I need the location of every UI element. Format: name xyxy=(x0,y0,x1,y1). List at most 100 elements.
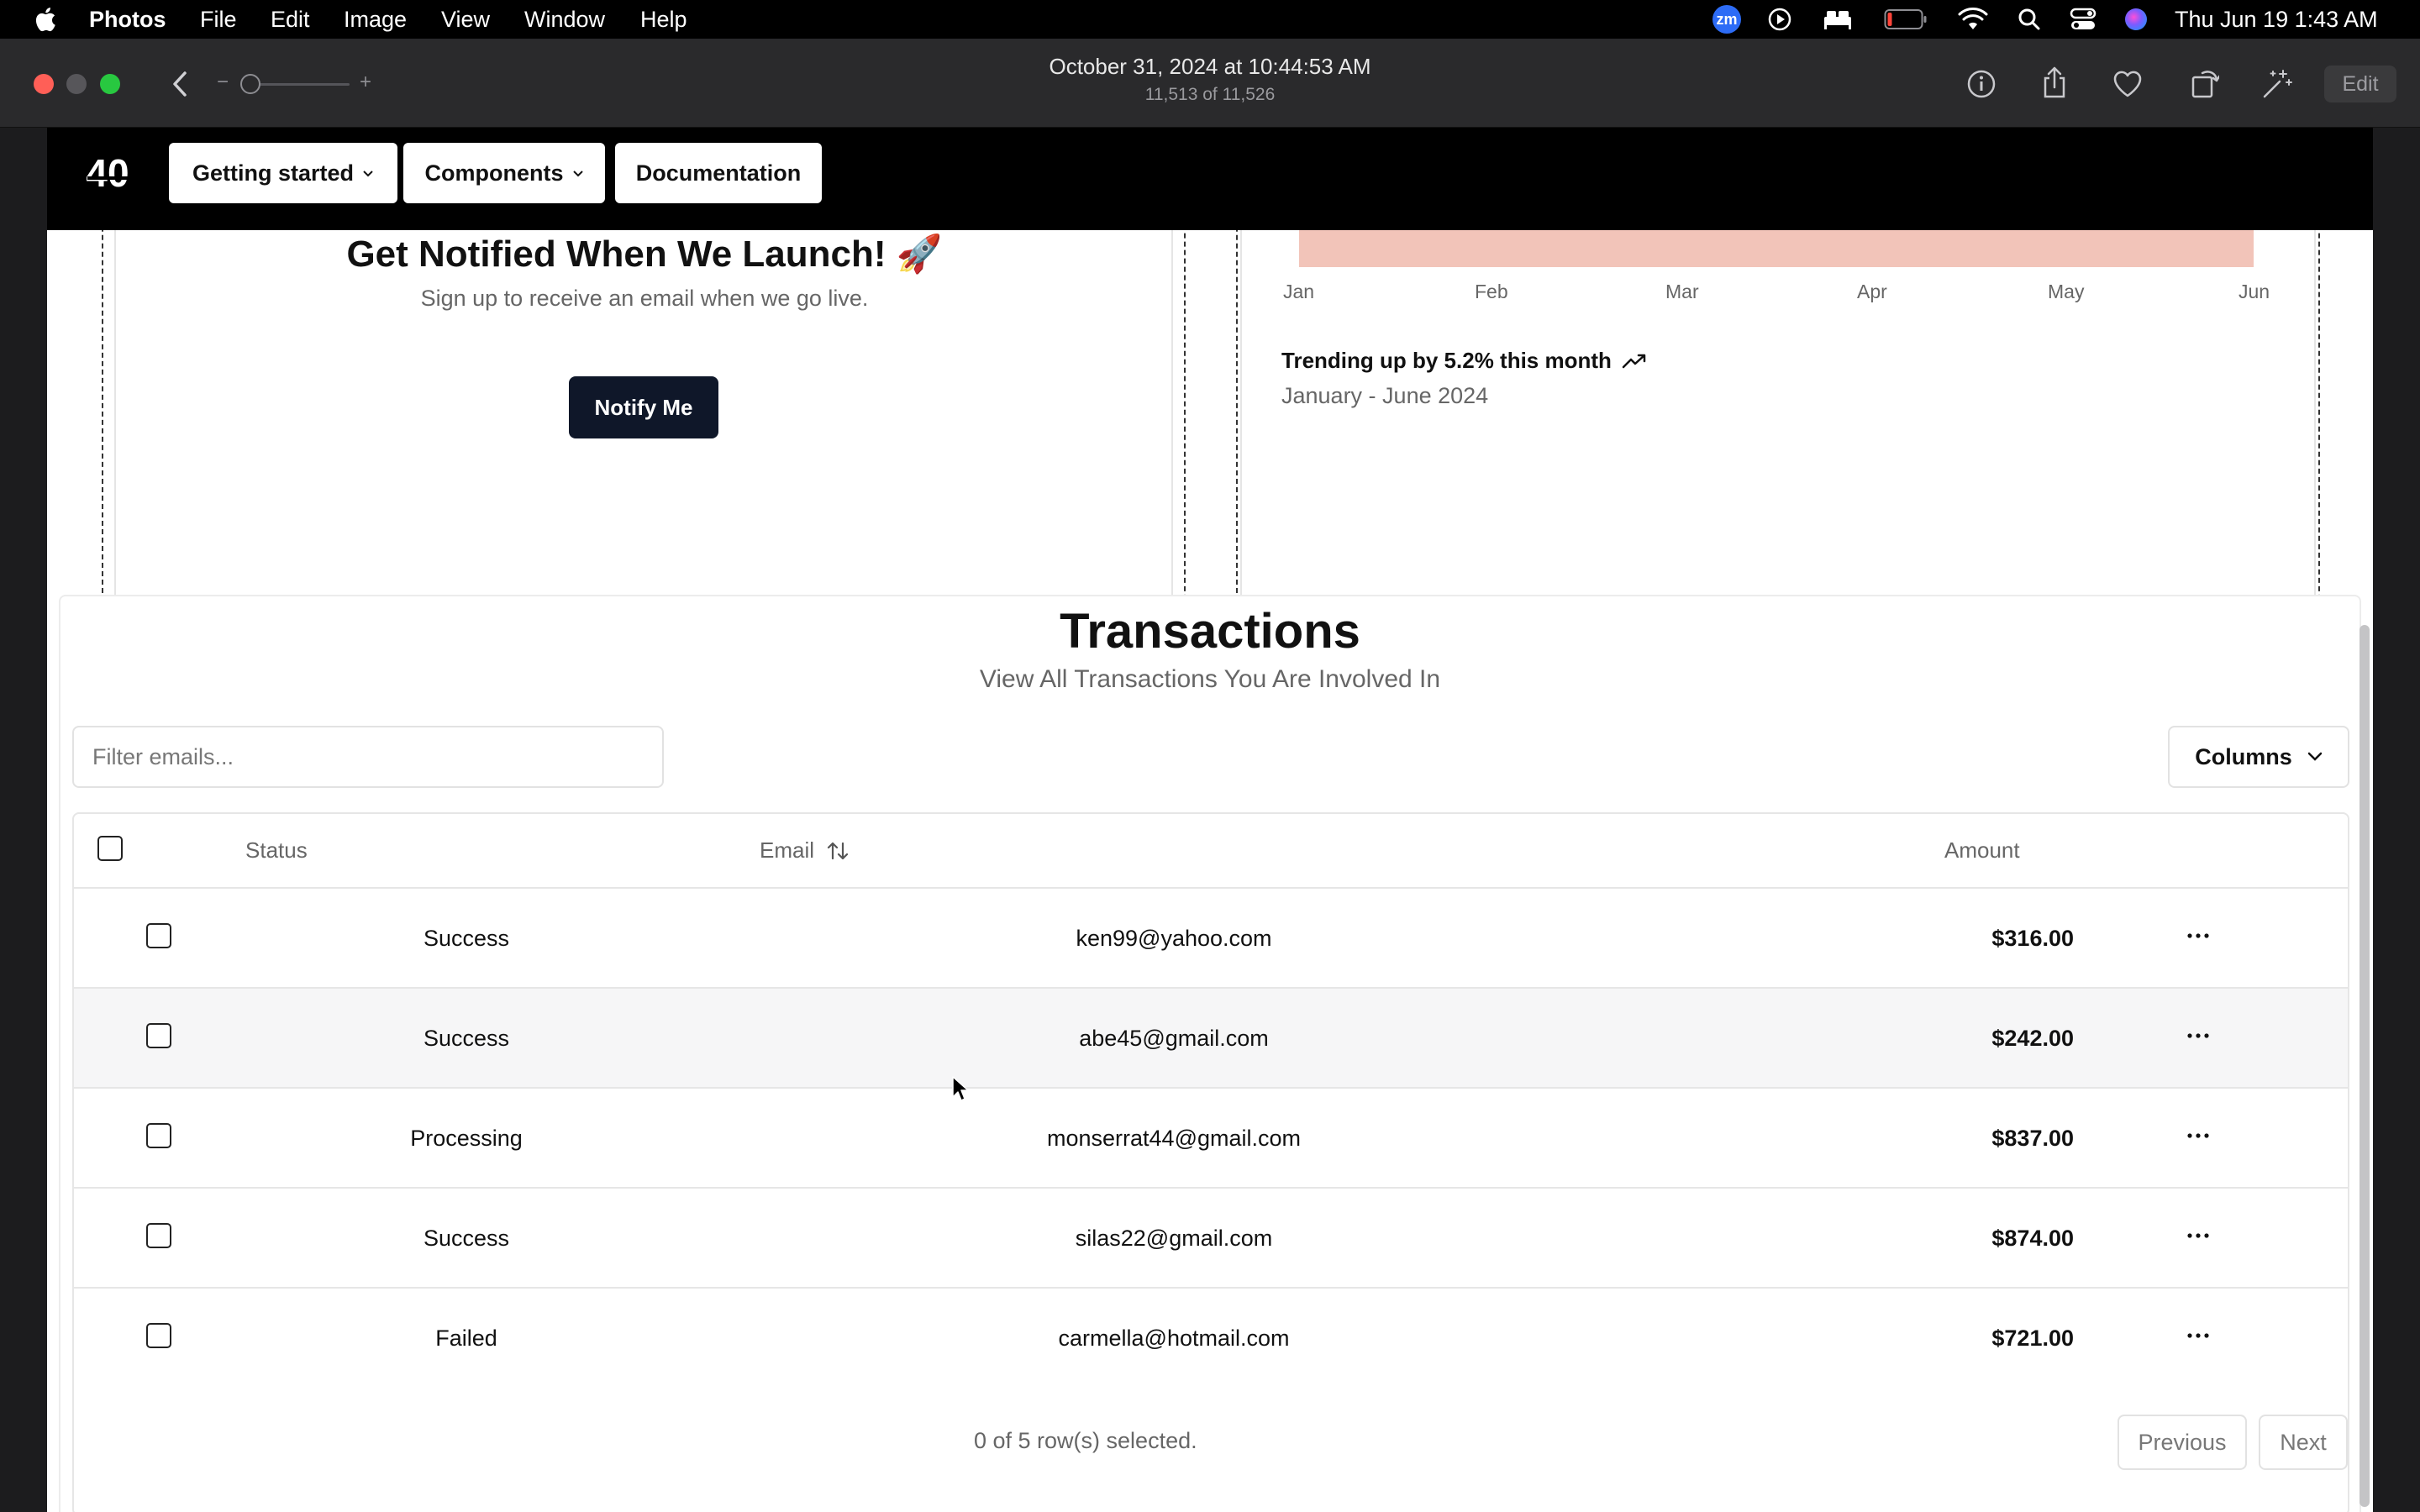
photo-title-block: October 31, 2024 at 10:44:53 AM 11,513 o… xyxy=(958,54,1462,105)
control-center-icon[interactable] xyxy=(2069,6,2097,33)
bed-status-icon[interactable] xyxy=(1822,6,1854,33)
select-all-checkbox[interactable] xyxy=(97,836,123,861)
trend-range: January - June 2024 xyxy=(1281,383,1489,408)
chevron-down-icon xyxy=(2307,752,2322,761)
row-checkbox[interactable] xyxy=(146,923,171,948)
zoom-knob[interactable] xyxy=(240,74,260,94)
zoom-slider[interactable]: − + xyxy=(217,71,371,96)
row-checkbox[interactable] xyxy=(146,1323,171,1348)
site-logo-top-icon[interactable]: 40 xyxy=(79,151,136,195)
zoom-in-label[interactable]: + xyxy=(360,71,371,94)
row-email: abe45@gmail.com xyxy=(1079,1026,1269,1051)
image-menu[interactable]: Image xyxy=(344,7,407,33)
row-status: Success xyxy=(423,926,510,951)
row-checkbox[interactable] xyxy=(146,1223,171,1248)
edit-button[interactable]: Edit xyxy=(2324,66,2396,102)
help-menu[interactable]: Help xyxy=(640,7,687,33)
more-horizontal-icon xyxy=(2187,933,2209,938)
page-scrollbar[interactable] xyxy=(2360,625,2370,1507)
nav-documentation-top-label: Documentation xyxy=(635,160,802,186)
month-label-feb: Feb xyxy=(1475,281,1508,302)
zoom-out-label[interactable]: − xyxy=(217,71,229,94)
window-close-button[interactable] xyxy=(34,74,54,94)
month-label-apr: Apr xyxy=(1857,281,1887,302)
photo-date-title: October 31, 2024 at 10:44:53 AM xyxy=(1049,54,1371,79)
apple-logo-icon[interactable] xyxy=(34,5,60,34)
row-checkbox[interactable] xyxy=(146,1123,171,1148)
rotate-button[interactable] xyxy=(2188,66,2222,101)
file-menu[interactable]: File xyxy=(200,7,237,33)
menu-bar: Photos File Edit Image View Window Help … xyxy=(0,0,2420,39)
favorite-button[interactable] xyxy=(2111,67,2144,101)
window-minimize-button[interactable] xyxy=(66,74,87,94)
next-page-button[interactable]: Next xyxy=(2259,1415,2348,1470)
area-chart-fill xyxy=(1299,230,2254,267)
trend-label: Trending up by 5.2% this month xyxy=(1281,348,1647,374)
rotate-icon xyxy=(2191,71,2219,98)
filter-emails-input[interactable] xyxy=(72,726,664,788)
notify-me-button[interactable]: Notify Me xyxy=(569,376,718,438)
play-status-icon[interactable] xyxy=(1766,6,1793,33)
row-status: Success xyxy=(423,1026,510,1051)
email-column-header[interactable]: Email xyxy=(760,837,850,864)
status-column-header: Status xyxy=(245,837,308,863)
nav-getting-started-top-label: Getting started xyxy=(192,160,355,186)
info-icon xyxy=(1967,70,1996,98)
zoom-status-icon[interactable]: zm xyxy=(1712,5,1741,34)
row-amount: $721.00 xyxy=(1991,1326,2074,1351)
magic-wand-icon xyxy=(2263,70,2292,98)
menu-clock[interactable]: Thu Jun 19 1:43 AM xyxy=(2175,6,2378,33)
row-email: ken99@yahoo.com xyxy=(1076,926,1272,951)
app-name-menu[interactable]: Photos xyxy=(89,7,166,33)
nav-getting-started-top[interactable]: Getting started xyxy=(169,143,397,203)
battery-icon[interactable] xyxy=(1884,6,1928,33)
edit-menu[interactable]: Edit xyxy=(271,7,310,33)
nav-documentation-top[interactable]: Documentation xyxy=(615,143,822,203)
row-email: monserrat44@gmail.com xyxy=(1046,1126,1302,1151)
info-button[interactable] xyxy=(1965,67,1998,101)
app-menu: Photos xyxy=(89,0,166,39)
notify-title: Get Notified When We Launch! 🚀 xyxy=(346,234,943,275)
email-header-label: Email xyxy=(760,837,815,863)
chevron-down-icon xyxy=(363,171,373,177)
sort-arrows-icon xyxy=(827,842,849,859)
trend-text: Trending up by 5.2% this month xyxy=(1281,348,1612,373)
row-actions-button[interactable] xyxy=(2180,1317,2217,1354)
row-actions-button[interactable] xyxy=(2180,1017,2217,1054)
row-amount: $316.00 xyxy=(1991,926,2074,951)
columns-button[interactable]: Columns xyxy=(2168,726,2349,788)
spotlight-search-icon[interactable] xyxy=(2017,6,2042,33)
row-email: carmella@hotmail.com xyxy=(1058,1326,1290,1351)
row-status: Failed xyxy=(435,1326,497,1351)
nav-components-top-label: Components xyxy=(424,160,564,186)
amount-column-header: Amount xyxy=(1944,837,2020,863)
month-label-jun: Jun xyxy=(2238,281,2270,302)
siri-icon[interactable] xyxy=(2123,6,2149,33)
row-actions-button[interactable] xyxy=(2180,917,2217,954)
share-button[interactable] xyxy=(2038,64,2071,101)
transactions-subtitle: View All Transactions You Are Involved I… xyxy=(979,665,1441,693)
wifi-icon[interactable] xyxy=(1958,6,1988,33)
chevron-down-icon xyxy=(572,171,583,177)
share-icon xyxy=(2044,66,2065,98)
mouse-cursor-icon xyxy=(952,1076,969,1101)
svg-text:40: 40 xyxy=(86,151,129,195)
trending-up-icon xyxy=(1622,354,1646,368)
zoom-badge: zm xyxy=(1712,5,1741,34)
auto-enhance-button[interactable] xyxy=(2260,67,2294,101)
back-button[interactable] xyxy=(165,67,195,101)
more-horizontal-icon xyxy=(2187,1133,2209,1138)
more-horizontal-icon xyxy=(2187,1333,2209,1338)
month-label-mar: Mar xyxy=(1665,281,1699,302)
more-horizontal-icon xyxy=(2187,1233,2209,1238)
row-actions-button[interactable] xyxy=(2180,1217,2217,1254)
notify-subtitle: Sign up to receive an email when we go l… xyxy=(420,286,869,311)
window-menu[interactable]: Window xyxy=(524,7,605,33)
row-checkbox[interactable] xyxy=(146,1023,171,1048)
nav-components-top[interactable]: Components xyxy=(403,143,605,203)
previous-page-button[interactable]: Previous xyxy=(2118,1415,2247,1470)
view-menu[interactable]: View xyxy=(441,7,490,33)
row-email: silas22@gmail.com xyxy=(1075,1226,1273,1251)
window-zoom-button[interactable] xyxy=(100,74,120,94)
row-actions-button[interactable] xyxy=(2180,1117,2217,1154)
